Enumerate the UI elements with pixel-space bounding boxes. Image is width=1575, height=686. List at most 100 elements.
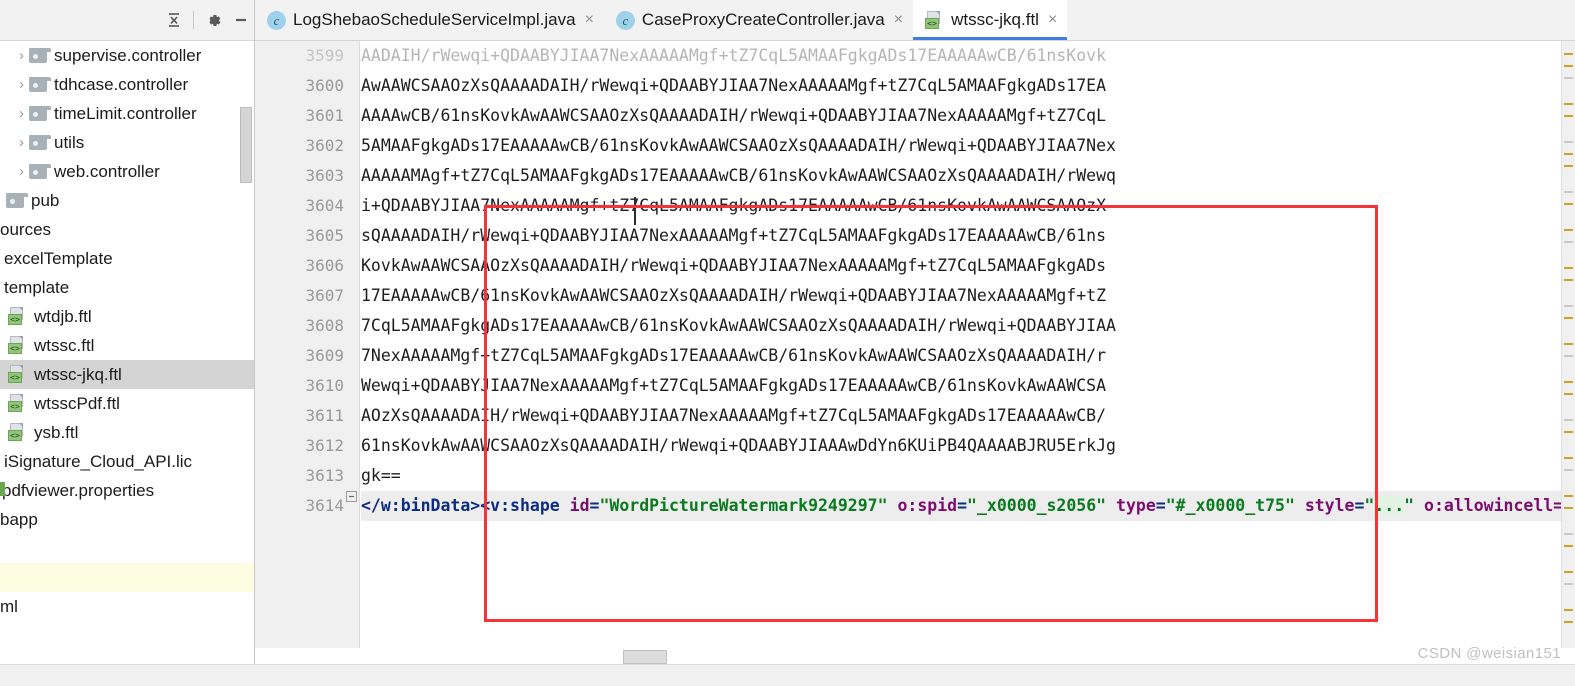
error-stripe-mark[interactable] bbox=[1564, 419, 1573, 421]
error-stripe-mark[interactable] bbox=[1564, 317, 1573, 319]
error-stripe-mark[interactable] bbox=[1564, 381, 1573, 383]
chevron-right-icon[interactable]: › bbox=[14, 164, 29, 179]
chevron-right-icon[interactable]: › bbox=[14, 106, 29, 121]
error-stripe-mark[interactable] bbox=[1564, 65, 1573, 67]
code-line[interactable]: sQAAAADAIH/rWewqi+QDAABYJIAA7NexAAAAAMgf… bbox=[361, 221, 1569, 251]
tree-item-bapp[interactable]: bapp bbox=[0, 505, 254, 534]
error-stripe-mark[interactable] bbox=[1564, 229, 1573, 231]
code-line[interactable]: 5AMAAFgkgADs17EAAAAAwCB/61nsKovkAwAAWCSA… bbox=[361, 131, 1569, 161]
code-fold-icon[interactable] bbox=[346, 491, 357, 502]
code-line[interactable]: 61nsKovkAwAAWCSAAOzXsQAAAADAIH/rWewqi+QD… bbox=[361, 431, 1569, 461]
error-stripe-mark[interactable] bbox=[1564, 267, 1573, 269]
chevron-right-icon[interactable]: › bbox=[14, 135, 29, 150]
code-line[interactable]: 7CqL5AMAAFgkgADs17EAAAAAwCB/61nsKovkAwAA… bbox=[361, 311, 1569, 341]
tree-item-label: utils bbox=[54, 132, 85, 152]
tree-item-ml[interactable]: ml bbox=[0, 592, 254, 621]
error-stripe-mark[interactable] bbox=[1564, 545, 1573, 547]
code-line[interactable]: 17EAAAAAwCB/61nsKovkAwAAWCSAAOzXsQAAAADA… bbox=[361, 281, 1569, 311]
error-stripe-mark[interactable] bbox=[1564, 165, 1573, 167]
editor-gutter[interactable]: 3599 3600 3601 3602 3603 3604 3605 3606 3607 3608… bbox=[255, 41, 360, 648]
tree-item-web-controller[interactable]: › web.controller bbox=[0, 157, 254, 186]
editor-tab-wtssc-jkq-ftl[interactable]: <> wtssc-jkq.ftl × bbox=[913, 0, 1068, 40]
error-stripe-mark[interactable] bbox=[1564, 141, 1573, 143]
error-stripe-mark[interactable] bbox=[1564, 241, 1573, 243]
sidebar-vertical-scrollbar[interactable] bbox=[240, 107, 252, 183]
close-icon[interactable]: × bbox=[1048, 12, 1057, 28]
project-tree[interactable]: › supervise.controller › tdhcase.controller… bbox=[0, 41, 254, 686]
code-line[interactable]: KovkAwAAWCSAAOzXsQAAAADAIH/rWewqi+QDAABY… bbox=[361, 251, 1569, 281]
error-stripe-mark[interactable] bbox=[1564, 583, 1573, 585]
tree-item-template[interactable]: template bbox=[0, 273, 254, 302]
tree-item-wtssc-ftl[interactable]: <> wtssc.ftl bbox=[0, 331, 254, 360]
editor-tab-logshebaoscheduleserviceimpl-java[interactable]: c LogShebaoScheduleServiceImpl.java × bbox=[255, 0, 604, 40]
chevron-right-icon[interactable]: › bbox=[14, 48, 29, 63]
code-line[interactable]: gk== bbox=[361, 461, 1569, 491]
code-token: "WordPictureWatermark9249297" bbox=[599, 496, 888, 515]
error-stripe-mark[interactable] bbox=[1564, 203, 1573, 205]
code-token: <v:shape bbox=[480, 496, 560, 515]
code-line[interactable]: Wewqi+QDAABYJIAA7NexAAAAAMgf+tZ7CqL5AMAA… bbox=[361, 371, 1569, 401]
tree-item-supervise-controller[interactable]: › supervise.controller bbox=[0, 41, 254, 70]
error-stripe-mark[interactable] bbox=[1564, 355, 1573, 357]
error-stripe-mark[interactable] bbox=[1564, 103, 1573, 105]
error-stripe-mark[interactable] bbox=[1564, 279, 1573, 281]
collapse-all-icon[interactable] bbox=[160, 6, 188, 34]
tree-item-timelimit-controller[interactable]: › timeLimit.controller bbox=[0, 99, 254, 128]
tree-item-pdfviewer-properties[interactable]: pdfviewer.properties bbox=[0, 476, 254, 505]
error-stripe-column[interactable] bbox=[1561, 41, 1575, 648]
error-stripe-mark[interactable] bbox=[1564, 571, 1573, 573]
folder-icon bbox=[29, 164, 51, 179]
tree-item-utils[interactable]: › utils bbox=[0, 128, 254, 157]
tree-item-wtdjb-ftl[interactable]: <> wtdjb.ftl bbox=[0, 302, 254, 331]
tree-item-ources[interactable]: ources bbox=[0, 215, 254, 244]
error-stripe-mark[interactable] bbox=[1564, 609, 1573, 611]
horizontal-scrollbar-thumb[interactable] bbox=[623, 650, 667, 664]
gear-icon[interactable] bbox=[199, 6, 227, 34]
error-stripe-mark[interactable] bbox=[1564, 191, 1573, 193]
clipped-file-icon bbox=[0, 482, 5, 496]
code-line-xml[interactable]: </w:binData><v:shape id="WordPictureWate… bbox=[361, 491, 1569, 521]
code-content[interactable]: AADAIH/rWewqi+QDAABYJIAA7NexAAAAAMgf+tZ7… bbox=[361, 41, 1569, 648]
minimize-icon[interactable] bbox=[227, 6, 254, 34]
tree-item-ysb-ftl[interactable]: <> ysb.ftl bbox=[0, 418, 254, 447]
tree-item-wtssc-jkq-ftl[interactable]: <> wtssc-jkq.ftl bbox=[0, 360, 254, 389]
tree-item-blank[interactable] bbox=[0, 534, 254, 563]
error-stripe-mark[interactable] bbox=[1564, 53, 1573, 55]
error-stripe-mark[interactable] bbox=[1564, 507, 1573, 509]
error-stripe-mark[interactable] bbox=[1564, 457, 1573, 459]
line-number: 3603 bbox=[305, 166, 344, 185]
tree-item-pub[interactable]: pub bbox=[0, 186, 254, 215]
code-line[interactable]: AOzXsQAAAADAIH/rWewqi+QDAABYJIAA7NexAAAA… bbox=[361, 401, 1569, 431]
error-stripe-mark[interactable] bbox=[1564, 305, 1573, 307]
error-stripe-mark[interactable] bbox=[1564, 153, 1573, 155]
code-line[interactable]: 7NexAAAAAMgf+tZ7CqL5AMAAFgkgADs17EAAAAAw… bbox=[361, 341, 1569, 371]
error-stripe-mark[interactable] bbox=[1564, 431, 1573, 433]
editor-tab-caseproxycreatecontroller-java[interactable]: c CaseProxyCreateController.java × bbox=[603, 0, 914, 40]
code-line[interactable]: AwAAWCSAAOzXsQAAAADAIH/rWewqi+QDAABYJIAA… bbox=[361, 71, 1569, 101]
error-stripe-mark[interactable] bbox=[1564, 343, 1573, 345]
tree-item-tdhcase-controller[interactable]: › tdhcase.controller bbox=[0, 70, 254, 99]
code-line[interactable]: AAAAAMAgf+tZ7CqL5AMAAFgkgADs17EAAAAAwCB/… bbox=[361, 161, 1569, 191]
error-stripe-mark[interactable] bbox=[1564, 469, 1573, 471]
tree-item-blank[interactable] bbox=[0, 563, 254, 592]
editor-tab-bar[interactable]: c LogShebaoScheduleServiceImpl.java × c Case… bbox=[255, 0, 1575, 41]
code-line[interactable]: i+QDAABYJIAA7NexAAAAAMgf+tZ7CqL5AMAAFgkg… bbox=[361, 191, 1569, 221]
error-stripe-mark[interactable] bbox=[1564, 115, 1573, 117]
tree-item-wtsscpdf-ftl[interactable]: <> wtsscPdf.ftl bbox=[0, 389, 254, 418]
error-stripe-mark[interactable] bbox=[1564, 533, 1573, 535]
code-line[interactable]: AADAIH/rWewqi+QDAABYJIAA7NexAAAAAMgf+tZ7… bbox=[361, 41, 1569, 71]
error-stripe-mark[interactable] bbox=[1564, 621, 1573, 623]
horizontal-scrollbar[interactable] bbox=[361, 648, 1569, 664]
line-number: 3614 bbox=[255, 491, 360, 521]
error-stripe-mark[interactable] bbox=[1564, 77, 1573, 79]
code-token: </w:binData> bbox=[361, 496, 481, 515]
tree-item-isignature-cloud-api-lic[interactable]: iSignature_Cloud_API.lic bbox=[0, 447, 254, 476]
code-line[interactable]: AAAAwCB/61nsKovkAwAAWCSAAOzXsQAAAADAIH/r… bbox=[361, 101, 1569, 131]
close-icon[interactable]: × bbox=[894, 12, 903, 28]
tree-item-exceltemplate[interactable]: excelTemplate bbox=[0, 244, 254, 273]
chevron-right-icon[interactable]: › bbox=[14, 77, 29, 92]
error-stripe-mark[interactable] bbox=[1564, 393, 1573, 395]
close-icon[interactable]: × bbox=[585, 12, 594, 28]
error-stripe-mark[interactable] bbox=[1564, 495, 1573, 497]
